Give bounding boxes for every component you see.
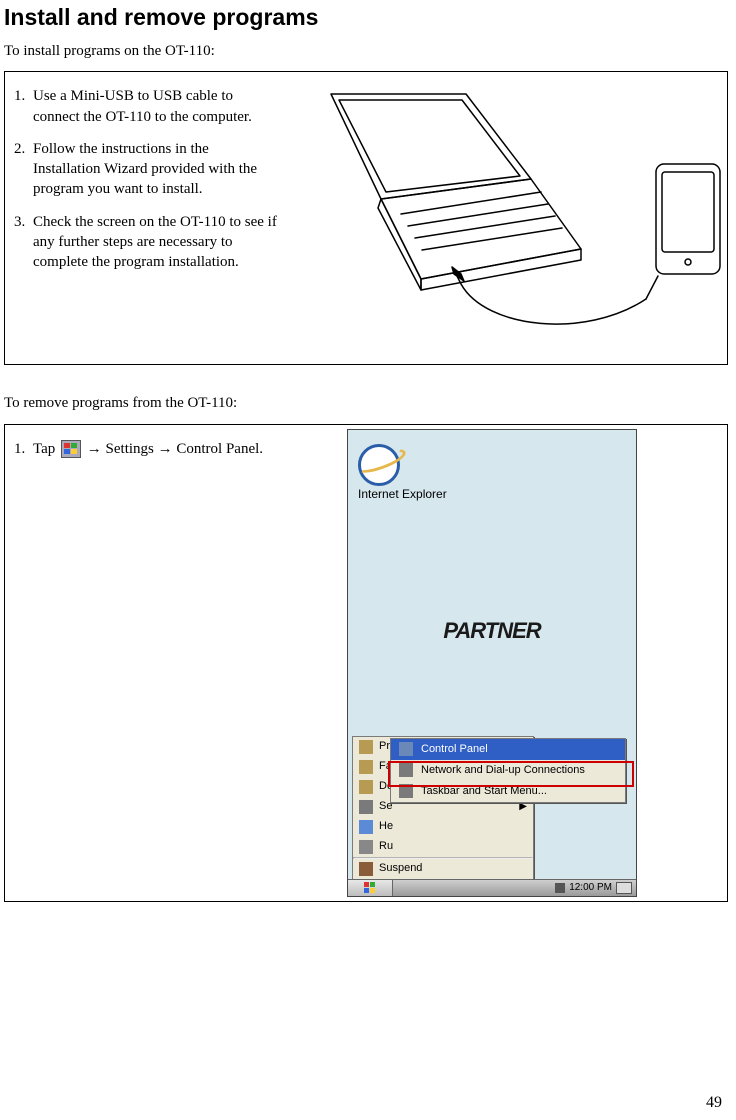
programs-icon — [359, 740, 373, 754]
submenu-item-label: Taskbar and Start Menu... — [421, 784, 547, 799]
start-button[interactable] — [348, 880, 393, 896]
taskbar: 12:00 PM — [348, 879, 636, 896]
install-steps-list: Use a Mini-USB to USB cable to connect t… — [11, 86, 279, 272]
settings-submenu: Control Panel Network and Dial-up Connec… — [390, 738, 626, 803]
page-number: 49 — [706, 1092, 722, 1114]
submenu-item-label: Network and Dial-up Connections — [421, 763, 585, 778]
start-item-label: Ru — [379, 839, 393, 854]
start-item-suspend[interactable]: Suspend — [353, 859, 533, 879]
run-icon — [359, 840, 373, 854]
install-step: Use a Mini-USB to USB cable to connect t… — [29, 86, 279, 127]
remove-step-prefix: Tap — [33, 441, 55, 457]
install-box: Use a Mini-USB to USB cable to connect t… — [4, 71, 728, 365]
submenu-item-taskbar[interactable]: Taskbar and Start Menu... — [391, 781, 625, 802]
start-item-label: He — [379, 819, 393, 834]
documents-icon — [359, 780, 373, 794]
windows-flag-icon — [363, 881, 377, 895]
remove-steps-list: Tap → Settings → Control Panel. — [11, 439, 333, 459]
remove-intro: To remove programs from the OT-110: — [4, 393, 728, 413]
submenu-item-network[interactable]: Network and Dial-up Connections — [391, 760, 625, 781]
taskbar-icon — [399, 784, 413, 798]
install-step: Follow the instructions in the Installat… — [29, 139, 279, 200]
page-title: Install and remove programs — [4, 2, 728, 33]
control-panel-icon — [399, 742, 413, 756]
laptop-illustration — [286, 84, 726, 344]
install-step: Check the screen on the OT-110 to see if… — [29, 212, 279, 273]
remove-box: Tap → Settings → Control Panel. Internet… — [4, 424, 728, 902]
remove-step: Tap → Settings → Control Panel. — [29, 439, 333, 459]
start-item-run[interactable]: Ru — [353, 837, 533, 857]
settings-icon — [359, 800, 373, 814]
ie-icon-label: Internet Explorer — [358, 488, 447, 501]
remove-step-suffix: → Settings → Control Panel. — [87, 441, 263, 457]
install-intro: To install programs on the OT-110: — [4, 41, 728, 61]
sip-icon[interactable] — [616, 882, 632, 894]
start-item-label: Suspend — [379, 861, 422, 876]
start-item-help[interactable]: He — [353, 817, 533, 837]
submenu-item-control-panel[interactable]: Control Panel — [391, 739, 625, 760]
clock: 12:00 PM — [569, 881, 612, 895]
favorites-icon — [359, 760, 373, 774]
device-screenshot: Internet Explorer PARTNER Programs ▶ Fa — [347, 429, 637, 897]
suspend-icon — [359, 862, 373, 876]
ie-icon[interactable] — [358, 444, 400, 486]
submenu-item-label: Control Panel — [421, 742, 488, 757]
network-icon — [399, 763, 413, 777]
start-icon — [61, 440, 81, 458]
help-icon — [359, 820, 373, 834]
tray-icon[interactable] — [555, 883, 565, 893]
partner-logo: PARTNER — [439, 616, 544, 646]
